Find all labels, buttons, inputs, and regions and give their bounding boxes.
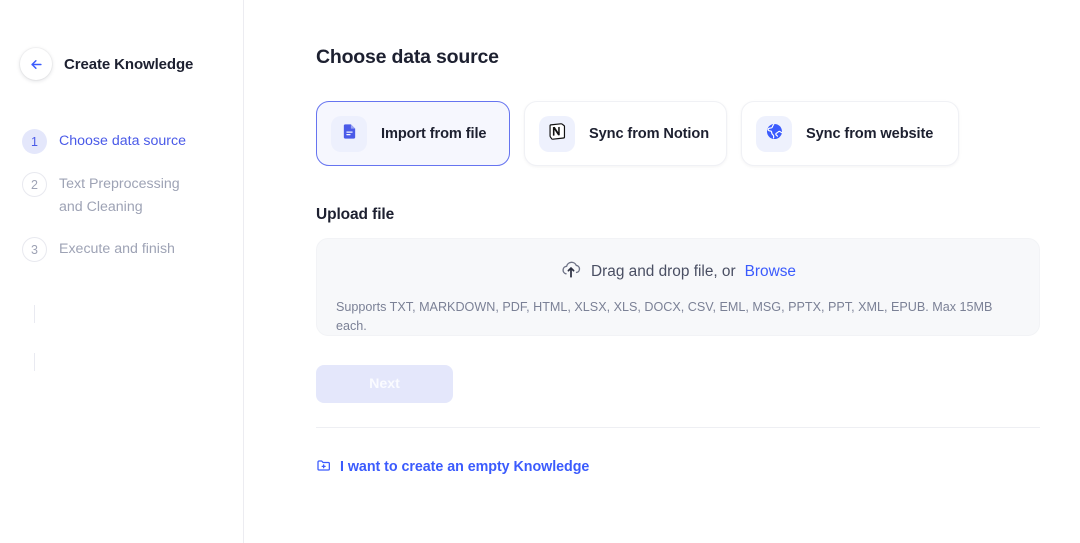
- source-card-label: Sync from website: [806, 126, 933, 142]
- source-card-label: Import from file: [381, 126, 486, 142]
- create-empty-knowledge-label: I want to create an empty Knowledge: [340, 459, 589, 475]
- main-content: Choose data source Import from file: [244, 0, 1080, 543]
- source-icon-wrap: [331, 116, 367, 152]
- source-card-import-from-file[interactable]: Import from file: [316, 101, 510, 166]
- file-dropzone[interactable]: Drag and drop file, or Browse Supports T…: [316, 238, 1040, 336]
- back-button[interactable]: [20, 48, 52, 80]
- browse-link[interactable]: Browse: [745, 263, 796, 281]
- folder-plus-icon: [316, 457, 332, 477]
- step-label: Text Preprocessing and Cleaning: [59, 172, 199, 219]
- sidebar-step-text-preprocessing[interactable]: 2 Text Preprocessing and Cleaning: [22, 172, 243, 219]
- create-empty-knowledge-link[interactable]: I want to create an empty Knowledge: [316, 457, 589, 477]
- source-card-sync-from-website[interactable]: Sync from website: [741, 101, 959, 166]
- step-connector-1: [34, 305, 35, 323]
- sidebar: Create Knowledge 1 Choose data source 2 …: [0, 0, 244, 543]
- step-label: Execute and finish: [59, 237, 175, 261]
- step-number-badge: 2: [22, 172, 47, 197]
- sidebar-title: Create Knowledge: [64, 56, 193, 73]
- data-source-options: Import from file Sync from Notion: [316, 101, 1080, 166]
- arrow-left-icon: [29, 57, 44, 72]
- globe-icon: [765, 122, 784, 146]
- page-title: Choose data source: [316, 46, 1080, 69]
- next-button[interactable]: Next: [316, 365, 453, 403]
- sidebar-step-execute-finish[interactable]: 3 Execute and finish: [22, 237, 243, 262]
- supported-formats-note: Supports TXT, MARKDOWN, PDF, HTML, XLSX,…: [334, 298, 1022, 336]
- notion-icon: [548, 122, 567, 146]
- dropzone-prompt: Drag and drop file, or Browse: [334, 258, 1022, 285]
- sidebar-header: Create Knowledge: [0, 0, 243, 80]
- source-icon-wrap: [539, 116, 575, 152]
- step-list: 1 Choose data source 2 Text Preprocessin…: [0, 129, 243, 262]
- section-divider: [316, 427, 1040, 428]
- source-card-sync-from-notion[interactable]: Sync from Notion: [524, 101, 727, 166]
- dropzone-text: Drag and drop file, or: [591, 263, 736, 281]
- source-card-label: Sync from Notion: [589, 126, 709, 142]
- upload-section-title: Upload file: [316, 206, 1080, 224]
- step-connector-2: [34, 353, 35, 371]
- sidebar-step-choose-data-source[interactable]: 1 Choose data source: [22, 129, 243, 154]
- source-icon-wrap: [756, 116, 792, 152]
- step-number-badge: 1: [22, 129, 47, 154]
- step-number-badge: 3: [22, 237, 47, 262]
- file-document-icon: [341, 123, 358, 145]
- step-label: Choose data source: [59, 129, 186, 153]
- cloud-upload-icon: [560, 258, 582, 285]
- create-knowledge-wizard: Create Knowledge 1 Choose data source 2 …: [0, 0, 1080, 543]
